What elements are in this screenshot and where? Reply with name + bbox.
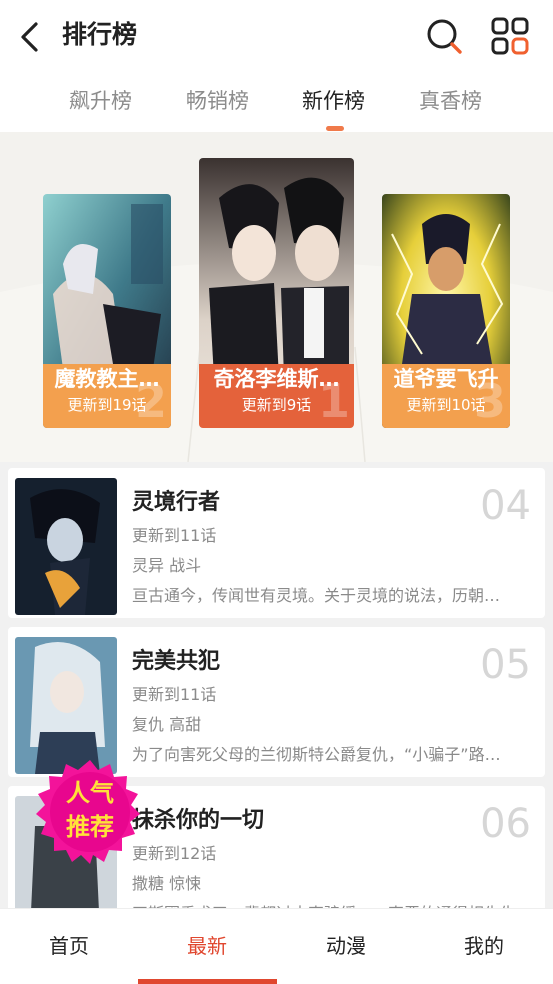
comic-title: 灵境行者 bbox=[132, 490, 221, 515]
cover-thumbnail bbox=[15, 637, 117, 774]
tab-rising[interactable]: 飙升榜 bbox=[69, 86, 132, 116]
nav-home[interactable]: 首页 bbox=[0, 931, 138, 961]
active-tab-indicator bbox=[326, 126, 344, 131]
comic-tags: 撒糖 惊悚 bbox=[132, 874, 202, 893]
tab-new-works[interactable]: 新作榜 bbox=[302, 86, 365, 116]
comic-description: 亘古通今，传闻世有灵境。关于灵境的说法，历朝… bbox=[132, 586, 501, 605]
search-icon[interactable] bbox=[424, 16, 464, 56]
nav-mine[interactable]: 我的 bbox=[415, 931, 553, 961]
card-rank-number: 2 bbox=[134, 374, 167, 428]
badge-line-1: 人气 bbox=[66, 779, 114, 807]
grid-menu-icon[interactable] bbox=[490, 16, 530, 56]
card-rank-number: 3 bbox=[473, 374, 506, 428]
bottom-navigation: 首页 最新 动漫 我的 bbox=[0, 908, 553, 984]
comic-tags: 灵异 战斗 bbox=[132, 556, 202, 575]
list-item-rank-05[interactable]: 完美共犯 更新到11话 复仇 高甜 为了向害死父母的兰彻斯特公爵复仇，“小骗子”… bbox=[8, 627, 545, 777]
top-bar: 排行榜 bbox=[0, 0, 553, 72]
comic-title: 完美共犯 bbox=[132, 649, 221, 674]
list-item-rank-04[interactable]: 灵境行者 更新到11话 灵异 战斗 亘古通今，传闻世有灵境。关于灵境的说法，历朝… bbox=[8, 468, 545, 618]
tab-popular[interactable]: 真香榜 bbox=[419, 86, 482, 116]
top-card-rank-3[interactable]: 道爷要飞升 更新到10话 3 bbox=[382, 194, 510, 428]
page-title: 排行榜 bbox=[62, 20, 138, 49]
cover-thumbnail bbox=[15, 478, 117, 615]
active-nav-indicator bbox=[138, 979, 277, 984]
comic-description: 为了向害死父母的兰彻斯特公爵复仇，“小骗子”路… bbox=[132, 745, 501, 764]
ranking-tabs: 飙升榜 畅销榜 新作榜 真香榜 bbox=[0, 72, 553, 132]
comic-update: 更新到11话 bbox=[132, 526, 217, 545]
tab-bestselling[interactable]: 畅销榜 bbox=[186, 86, 249, 116]
top-three-podium: 魔教教主… 更新到19话 2 奇洛李维斯… 更新到9话 1 道爷要飞升 更新到1… bbox=[0, 132, 553, 462]
rank-number: 06 bbox=[480, 801, 531, 847]
comic-title: 抹杀你的一切 bbox=[132, 808, 265, 833]
comic-update: 更新到11话 bbox=[132, 685, 217, 704]
back-arrow-icon[interactable] bbox=[16, 20, 44, 54]
badge-label: 人气 推荐 bbox=[36, 776, 144, 844]
rank-number: 05 bbox=[480, 642, 531, 688]
top-card-rank-2[interactable]: 魔教教主… 更新到19话 2 bbox=[43, 194, 171, 428]
top-card-rank-1[interactable]: 奇洛李维斯… 更新到9话 1 bbox=[199, 158, 354, 428]
rank-number: 04 bbox=[480, 483, 531, 529]
comic-tags: 复仇 高甜 bbox=[132, 715, 202, 734]
nav-anime[interactable]: 动漫 bbox=[277, 931, 415, 961]
card-rank-number: 1 bbox=[317, 374, 350, 428]
nav-latest[interactable]: 最新 bbox=[138, 931, 276, 961]
comic-update: 更新到12话 bbox=[132, 844, 217, 863]
badge-line-2: 推荐 bbox=[66, 813, 114, 841]
